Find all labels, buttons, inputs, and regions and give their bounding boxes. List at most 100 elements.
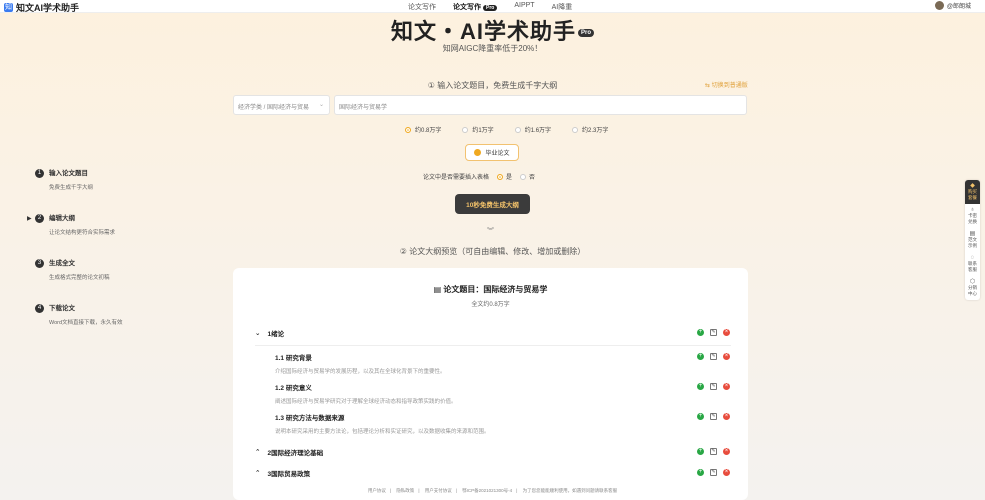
- edit-icon[interactable]: ✎: [710, 383, 717, 390]
- chapter-row[interactable]: ⌃ 3国际贸易政策: [255, 466, 731, 480]
- chapter-row[interactable]: ⌄ 1绪论: [255, 326, 731, 340]
- add-icon[interactable]: +: [697, 469, 704, 476]
- word-count-option-1[interactable]: 约0.8万字: [405, 125, 441, 134]
- chevron-down-icon[interactable]: ⌄: [255, 329, 260, 337]
- step-item: 1 输入论文题目 免费生成千字大纲: [35, 169, 123, 214]
- table-no-label: 否: [529, 175, 536, 181]
- section-actions: + ✎ ×: [697, 413, 730, 420]
- user-name: @郎朗城: [946, 4, 971, 10]
- section-desc[interactable]: 阐述国际经济与贸易学研究对于理解全球经济动态和指导政策实践的价值。: [275, 397, 675, 405]
- major-select-value: 经济学类 / 国际经济与贸易: [238, 105, 310, 111]
- outline-title: ▤ 论文题目：国际经济与贸易学: [233, 284, 748, 295]
- add-icon[interactable]: +: [697, 329, 704, 336]
- outline-subtitle: 全文约0.8万字: [471, 302, 510, 308]
- step-title: 下载论文: [49, 305, 75, 312]
- radio-selected-icon: [405, 126, 411, 133]
- step-desc: 生成格式完整的论文初稿: [49, 275, 110, 281]
- edit-icon[interactable]: ✎: [710, 353, 717, 360]
- major-select[interactable]: 经济学类 / 国际经济与贸易 ⌄: [233, 95, 330, 115]
- chevron-up-icon[interactable]: ⌃: [255, 469, 260, 477]
- section-row[interactable]: 1.3 研究方法与数据来源 说明本研究采用的主要方法论，包括理论分析和实证研究，…: [275, 412, 675, 435]
- sample-papers-button[interactable]: ▤ 范文示例: [965, 228, 980, 252]
- edit-icon[interactable]: ✎: [710, 329, 717, 336]
- hero-title-text: 知文・AI学术助手: [390, 19, 576, 44]
- footer-link[interactable]: 用户协议: [368, 488, 386, 493]
- logo-text: 知文AI学术助手: [16, 3, 80, 13]
- chevron-up-icon[interactable]: ⌃: [255, 448, 260, 456]
- step2-title: ② 论文大纲预览（可自由编辑、修改、增加或删除）: [399, 247, 586, 256]
- chapter-title[interactable]: 2国际经济理论基础: [267, 447, 323, 457]
- nav-item-writing-pro[interactable]: 论文写作 Pro: [453, 2, 498, 12]
- user-menu[interactable]: @郎朗城: [934, 1, 971, 10]
- switch-version-link[interactable]: ⇆ 切换到普通版: [705, 80, 748, 89]
- footer-icp[interactable]: 鄂ICP备2021021300号-4: [462, 488, 512, 493]
- progress-steps: 1 输入论文题目 免费生成千字大纲 ▶ 2 编辑大纲 让论文结构更符合实际需求 …: [27, 169, 123, 349]
- step-desc: Word文档直接下载，永久有效: [49, 320, 123, 326]
- chapter-row[interactable]: ⌃ 2国际经济理论基础: [255, 445, 731, 459]
- radio-icon: [572, 126, 579, 133]
- edit-icon[interactable]: ✎: [710, 448, 717, 455]
- section-row[interactable]: 1.1 研究背景 介绍国际经济与贸易学的发展历程，以及其在全球化背景下的重要性。: [275, 352, 675, 375]
- switch-version-label: 切换到普通版: [711, 83, 748, 89]
- nav-item-writing[interactable]: 论文写作: [408, 2, 436, 12]
- rail-item-label: 分销中心: [968, 285, 977, 296]
- distribution-center-button[interactable]: ⬡ 分销中心: [965, 276, 980, 300]
- word-count-option-2[interactable]: 约1万字: [462, 125, 494, 134]
- add-icon[interactable]: +: [697, 383, 704, 390]
- edit-icon[interactable]: ✎: [710, 469, 717, 476]
- buy-package-button[interactable]: ◆ 购买套餐: [965, 180, 980, 204]
- edit-icon[interactable]: ✎: [710, 413, 717, 420]
- chapter-title[interactable]: 1绪论: [267, 328, 284, 338]
- footer-notice: 为了您您能能顺利使用，如遇到问题请联系客服: [522, 488, 618, 493]
- section-desc[interactable]: 说明本研究采用的主要方法论，包括理论分析和实证研究，以及数据收集的来源和范围。: [275, 427, 675, 435]
- chapter-title[interactable]: 3国际贸易政策: [267, 468, 310, 478]
- nav-item-aippt[interactable]: AIPPT: [514, 2, 534, 12]
- delete-icon[interactable]: ×: [723, 353, 730, 360]
- step-desc: 免费生成千字大纲: [49, 185, 94, 191]
- table-question-label: 论文中是否需要插入表格: [423, 175, 490, 181]
- floating-rail: ◆ 购买套餐 ♁ 卡密兑换 ▤ 范文示例 ◌ 联系客服 ⬡ 分销中心: [965, 180, 980, 300]
- rail-item-label: 联系客服: [968, 261, 977, 272]
- nav-item-ai-dedup[interactable]: AI降重: [552, 2, 573, 12]
- section-actions: + ✎ ×: [697, 353, 730, 360]
- redeem-code-button[interactable]: ♁ 卡密兑换: [965, 204, 980, 228]
- delete-icon[interactable]: ×: [723, 383, 730, 390]
- step-number: 3: [35, 259, 44, 268]
- paper-type-pill[interactable]: 毕业论文: [465, 144, 519, 161]
- main-nav: 论文写作 论文写作 Pro AIPPT AI降重: [408, 2, 572, 12]
- add-icon[interactable]: +: [697, 353, 704, 360]
- add-icon[interactable]: +: [697, 448, 704, 455]
- delete-icon[interactable]: ×: [723, 329, 730, 336]
- hero-pro-badge: Pro: [578, 29, 595, 38]
- radio-icon: [514, 126, 521, 133]
- word-count-label: 约2.3万字: [582, 128, 609, 134]
- delete-icon[interactable]: ×: [723, 469, 730, 476]
- outline-title-text: 论文题目：国际经济与贸易学: [443, 285, 548, 294]
- delete-icon[interactable]: ×: [723, 413, 730, 420]
- table-yes-option[interactable]: 是: [497, 172, 512, 181]
- delete-icon[interactable]: ×: [723, 448, 730, 455]
- word-count-label: 约1.6万字: [524, 128, 552, 134]
- document-icon: ▤: [433, 285, 442, 294]
- section-title[interactable]: 1.2 研究意义: [275, 382, 675, 392]
- section-row[interactable]: 1.2 研究意义 阐述国际经济与贸易学研究对于理解全球经济动态和指导政策实践的价…: [275, 382, 675, 405]
- step-number: 1: [35, 169, 44, 178]
- radio-icon: [520, 173, 527, 180]
- table-no-option[interactable]: 否: [520, 172, 535, 181]
- paper-type-icon: [474, 149, 482, 156]
- footer-link[interactable]: 用户支付协议: [425, 488, 452, 493]
- topic-input[interactable]: 国际经济与贸易学: [334, 95, 747, 115]
- section-desc[interactable]: 介绍国际经济与贸易学的发展历程，以及其在全球化背景下的重要性。: [275, 367, 675, 375]
- word-count-option-3[interactable]: 约1.6万字: [514, 125, 552, 134]
- add-icon[interactable]: +: [697, 413, 704, 420]
- section-title[interactable]: 1.3 研究方法与数据来源: [275, 412, 675, 422]
- word-count-option-4[interactable]: 约2.3万字: [572, 125, 608, 134]
- double-chevron-down-icon: ︾: [487, 228, 494, 235]
- footer-link[interactable]: 隐私政策: [396, 488, 414, 493]
- contact-support-button[interactable]: ◌ 联系客服: [965, 252, 980, 276]
- chapter-actions: + ✎ ×: [697, 469, 730, 476]
- avatar: [934, 1, 944, 10]
- generate-outline-button[interactable]: 10秒免费生成大纲: [455, 194, 530, 214]
- logo[interactable]: 知 知文AI学术助手: [4, 1, 79, 14]
- section-title[interactable]: 1.1 研究背景: [275, 352, 675, 362]
